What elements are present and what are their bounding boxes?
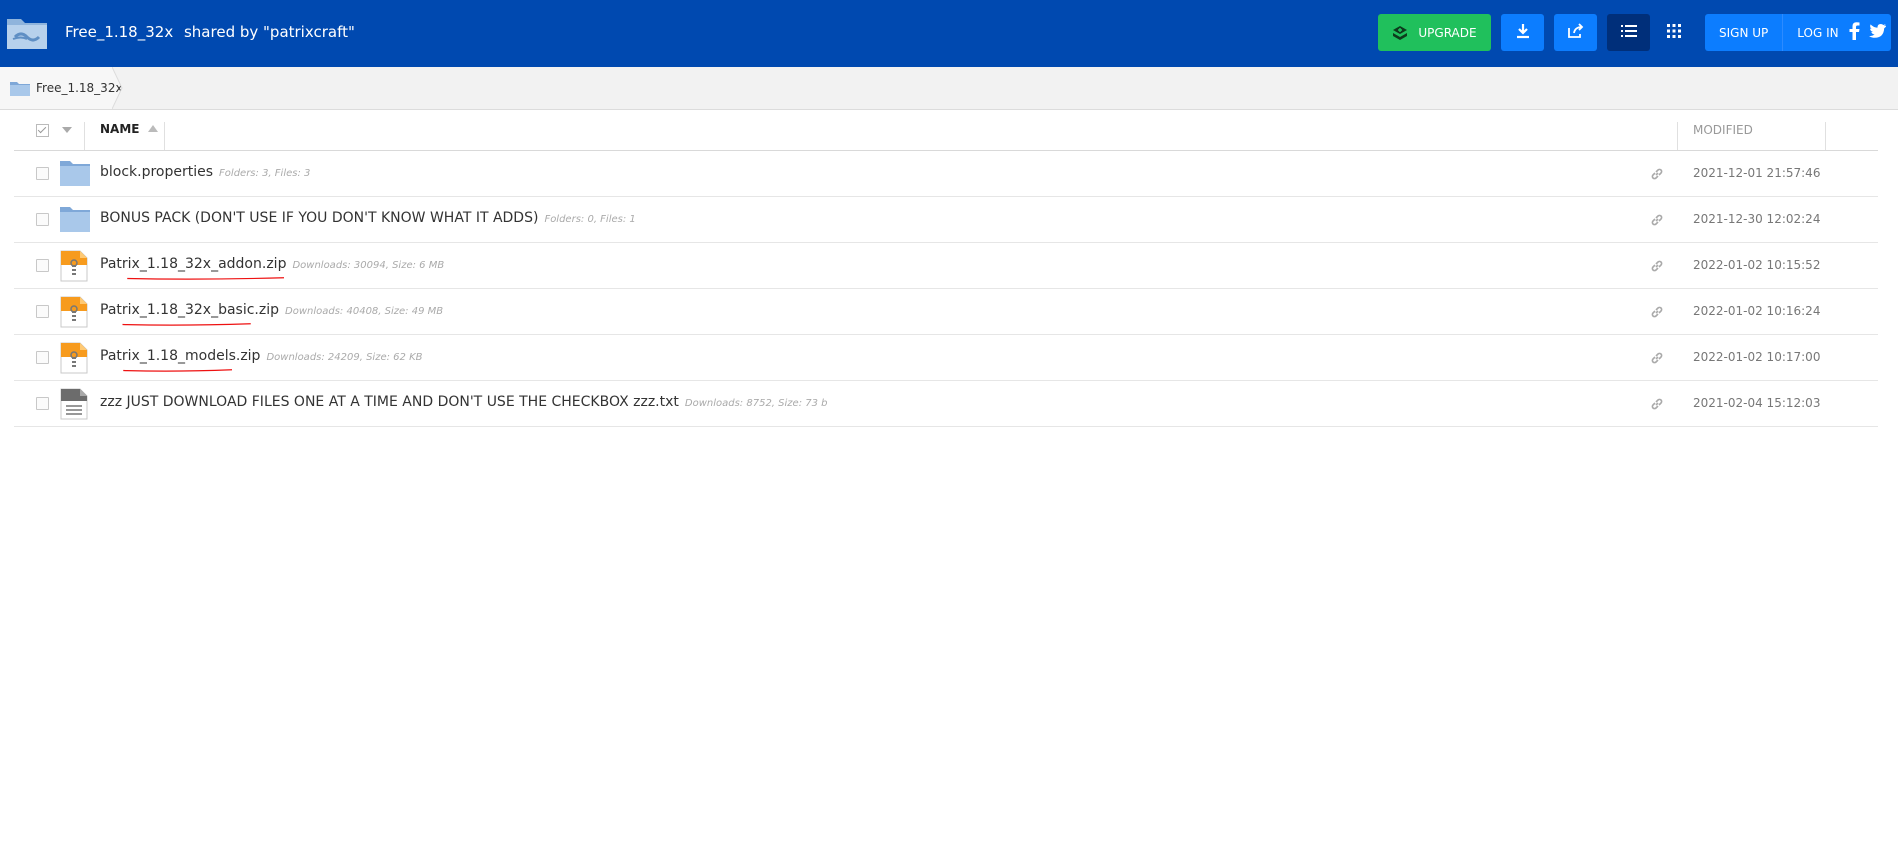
red-underline-annotation (127, 277, 285, 280)
share-button[interactable] (1554, 14, 1597, 51)
link-icon[interactable] (1650, 258, 1664, 272)
file-name[interactable]: block.properties Folders: 3, Files: 3 (100, 164, 310, 180)
row-checkbox[interactable] (36, 397, 49, 410)
log-in-button[interactable]: LOG IN (1783, 14, 1852, 51)
table-header: NAME MODIFIED (14, 110, 1878, 151)
row-checkbox[interactable] (36, 167, 49, 180)
top-bar: Free_1.18_32x shared by "patrixcraft" UP… (0, 0, 1898, 67)
table-row[interactable]: BONUS PACK (DON'T USE IF YOU DON'T KNOW … (14, 197, 1878, 243)
column-divider (1825, 122, 1826, 150)
facebook-icon[interactable] (1847, 22, 1863, 43)
file-meta: Folders: 0, Files: 1 (544, 214, 636, 225)
link-icon[interactable] (1650, 350, 1664, 364)
red-underline-annotation (123, 369, 233, 372)
link-icon[interactable] (1650, 166, 1664, 180)
row-checkbox[interactable] (36, 259, 49, 272)
folder-icon (10, 81, 30, 96)
column-header-modified[interactable]: MODIFIED (1693, 123, 1753, 137)
file-name[interactable]: BONUS PACK (DON'T USE IF YOU DON'T KNOW … (100, 210, 636, 226)
link-icon[interactable] (1650, 396, 1664, 410)
modified-date: 2021-12-30 12:02:24 (1693, 212, 1821, 226)
folder-logo-icon[interactable] (5, 13, 49, 51)
file-name[interactable]: Patrix_1.18_32x_basic.zip Downloads: 4040… (100, 302, 443, 318)
table-row[interactable]: zzz JUST DOWNLOAD FILES ONE AT A TIME AN… (14, 381, 1878, 427)
red-underline-annotation (122, 323, 251, 326)
row-checkbox[interactable] (36, 305, 49, 318)
sign-up-button[interactable]: SIGN UP (1705, 14, 1782, 51)
download-icon (1515, 23, 1531, 42)
folder-title: Free_1.18_32x (65, 23, 174, 41)
share-icon (1567, 23, 1585, 42)
column-header-name[interactable]: NAME (100, 122, 139, 136)
list-view-icon (1620, 24, 1637, 41)
modified-date: 2022-01-02 10:15:52 (1693, 258, 1821, 272)
table-row[interactable]: Patrix_1.18_models.zip Downloads: 24209, … (14, 335, 1878, 381)
twitter-icon[interactable] (1868, 23, 1887, 42)
file-name-text: zzz JUST DOWNLOAD FILES ONE AT A TIME AN… (100, 394, 679, 410)
page-title: Free_1.18_32x shared by "patrixcraft" (65, 21, 355, 43)
link-icon[interactable] (1650, 304, 1664, 318)
file-name[interactable]: Patrix_1.18_models.zip Downloads: 24209, … (100, 348, 422, 364)
text-file-icon (60, 388, 90, 420)
breadcrumb-separator (112, 67, 123, 109)
log-in-label: LOG IN (1797, 25, 1839, 40)
file-name-text: BONUS PACK (DON'T USE IF YOU DON'T KNOW … (100, 210, 539, 226)
shared-by-text: shared by "patrixcraft" (183, 23, 355, 41)
table-row[interactable]: block.properties Folders: 3, Files: 3 202… (14, 151, 1878, 197)
table-row[interactable]: Patrix_1.18_32x_addon.zip Downloads: 3009… (14, 243, 1878, 289)
upgrade-label: UPGRADE (1418, 25, 1477, 40)
file-name-text: Patrix_1.18_32x_addon.zip (100, 256, 287, 272)
row-checkbox[interactable] (36, 213, 49, 226)
modified-date: 2021-02-04 15:12:03 (1693, 396, 1821, 410)
breadcrumb-bar: Free_1.18_32x (0, 67, 1898, 110)
file-name[interactable]: zzz JUST DOWNLOAD FILES ONE AT A TIME AN… (100, 394, 828, 410)
file-meta: Downloads: 8752, Size: 73 b (684, 398, 828, 409)
link-icon[interactable] (1650, 212, 1664, 226)
modified-date: 2021-12-01 21:57:46 (1693, 166, 1821, 180)
list-view-button[interactable] (1607, 14, 1650, 51)
folder-icon (60, 158, 90, 190)
zip-file-icon (60, 250, 90, 282)
upgrade-button[interactable]: UPGRADE (1378, 14, 1491, 51)
row-checkbox[interactable] (36, 351, 49, 364)
file-name-text: Patrix_1.18_models.zip (100, 348, 261, 364)
file-name-text: block.properties (100, 164, 214, 180)
column-divider (84, 122, 85, 150)
grid-view-icon (1667, 24, 1681, 41)
grid-view-button[interactable] (1656, 14, 1692, 51)
folder-icon (60, 204, 90, 236)
file-meta: Downloads: 30094, Size: 6 MB (292, 260, 445, 271)
file-name-text: Patrix_1.18_32x_basic.zip (100, 302, 280, 318)
file-meta: Folders: 3, Files: 3 (219, 168, 311, 179)
download-button[interactable] (1501, 14, 1544, 51)
social-login (1847, 22, 1887, 43)
column-divider (164, 122, 165, 150)
modified-date: 2022-01-02 10:17:00 (1693, 350, 1821, 364)
table-row[interactable]: Patrix_1.18_32x_basic.zip Downloads: 4040… (14, 289, 1878, 335)
breadcrumb-label: Free_1.18_32x (36, 81, 123, 95)
breadcrumb-item[interactable]: Free_1.18_32x (0, 67, 122, 109)
column-divider (1677, 122, 1678, 150)
select-menu-chevron-down-icon[interactable] (62, 127, 72, 133)
upgrade-icon (1392, 25, 1408, 40)
zip-file-icon (60, 342, 90, 374)
auth-button-group: SIGN UP LOG IN (1705, 14, 1891, 51)
file-name[interactable]: Patrix_1.18_32x_addon.zip Downloads: 3009… (100, 256, 444, 272)
modified-date: 2022-01-02 10:16:24 (1693, 304, 1821, 318)
sort-ascending-icon[interactable] (148, 125, 158, 132)
file-meta: Downloads: 40408, Size: 49 MB (285, 306, 444, 317)
select-all-checkbox[interactable] (36, 124, 49, 137)
zip-file-icon (60, 296, 90, 328)
file-meta: Downloads: 24209, Size: 62 KB (266, 352, 423, 363)
